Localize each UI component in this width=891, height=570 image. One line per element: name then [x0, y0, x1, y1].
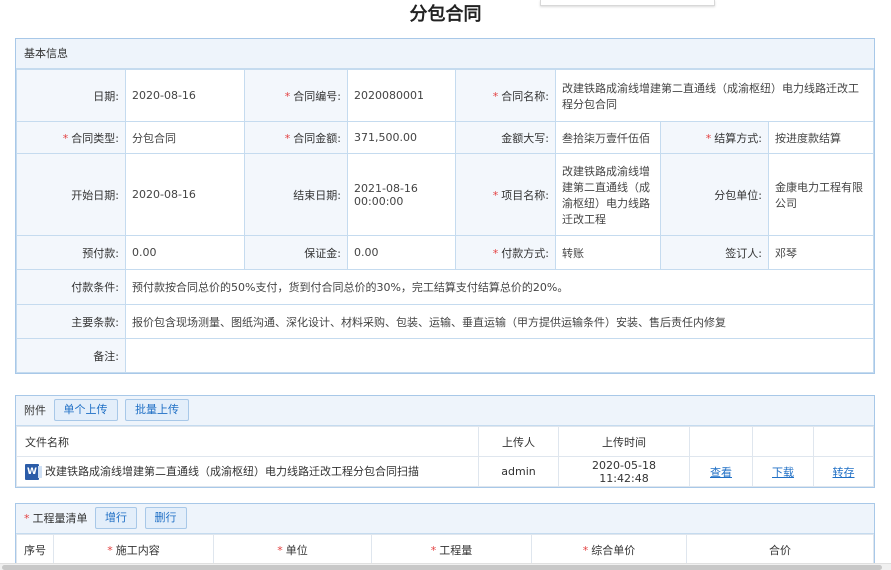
file-upload-time: 2020-05-18 11:42:48 [558, 456, 690, 487]
col-qty: * 工程量 [371, 534, 532, 564]
view-link[interactable]: 查看 [710, 466, 732, 479]
quantities-title: 工程量清单 [32, 512, 88, 525]
deposit-value: 0.00 [347, 235, 456, 270]
date-value: 2020-08-16 [125, 69, 245, 122]
file-uploader: admin [478, 456, 559, 487]
pay-method-value: 转账 [555, 235, 661, 270]
attachments-panel: 附件 单个上传 批量上传 文件名称 上传人 上传时间 W 改建铁路成渝线增建第二直… [15, 395, 875, 488]
transfer-link[interactable]: 转存 [833, 466, 855, 479]
main-terms-label: 主要条款: [16, 304, 126, 339]
project-name-value: 改建铁路成渝线增建第二直通线（成渝枢纽）电力线路迁改工程 [555, 153, 661, 236]
contract-no-value: 2020080001 [347, 69, 456, 122]
amount-cn-label: 金额大写: [455, 121, 556, 154]
basic-info-panel: 基本信息 日期: 2020-08-16 * 合同编号: 2020080001 * 合… [15, 38, 875, 374]
contract-type-value: 分包合同 [125, 121, 245, 154]
col-file-name: 文件名称 [16, 426, 479, 457]
start-date-label: 开始日期: [16, 153, 126, 236]
col-upload-time: 上传时间 [558, 426, 690, 457]
upload-batch-button[interactable]: 批量上传 [125, 399, 189, 421]
page-title: 分包合同 [409, 4, 482, 25]
overlay-tab [540, 0, 715, 6]
subcontractor-value: 金康电力工程有限公司 [768, 153, 874, 236]
horizontal-scrollbar[interactable] [0, 563, 891, 570]
scrollbar-thumb[interactable] [2, 565, 882, 570]
section-title: 基本信息 [16, 39, 874, 69]
quantities-panel: * 工程量清单 增行 删行 序号 * 施工内容 * 单位 * 工程量 * 综合单价 合价 [15, 503, 875, 565]
signer-value: 邓琴 [768, 235, 874, 270]
attachments-header: 附件 单个上传 批量上传 [16, 396, 874, 426]
quantities-header: * 工程量清单 增行 删行 [16, 504, 874, 534]
basic-info-table: 日期: 2020-08-16 * 合同编号: 2020080001 * 合同名称: … [16, 69, 874, 373]
col-no: 序号 [16, 534, 54, 564]
contract-name-value: 改建铁路成渝线增建第二直通线（成渝枢纽）电力线路迁改工程分包合同 [555, 69, 874, 122]
settlement-label: * 结算方式: [660, 121, 769, 154]
col-total: 合价 [686, 534, 874, 564]
subcontractor-label: 分包单位: [660, 153, 769, 236]
table-header-row: 文件名称 上传人 上传时间 [16, 426, 874, 457]
quantities-table: 序号 * 施工内容 * 单位 * 工程量 * 综合单价 合价 [16, 534, 874, 564]
contract-no-label: * 合同编号: [244, 69, 348, 122]
pay-method-label: * 付款方式: [455, 235, 556, 270]
pay-terms-value: 预付款按合同总价的50%支付，货到付合同总价的30%，完工结算支付结算总价的20… [125, 269, 874, 305]
prepay-label: 预付款: [16, 235, 126, 270]
word-icon: W [25, 464, 42, 480]
prepay-value: 0.00 [125, 235, 245, 270]
download-link[interactable]: 下载 [772, 466, 794, 479]
file-name-cell: W 改建铁路成渝线增建第二直通线（成渝枢纽）电力线路迁改工程分包合同扫描 [16, 456, 479, 487]
remark-label: 备注: [16, 338, 126, 373]
project-name-label: * 项目名称: [455, 153, 556, 236]
delete-row-button[interactable]: 删行 [144, 507, 187, 529]
amount-value: 371,500.00 [347, 121, 456, 154]
col-uploader: 上传人 [478, 426, 559, 457]
amount-label: * 合同金额: [244, 121, 348, 154]
contract-type-label: * 合同类型: [16, 121, 126, 154]
amount-cn-value: 叁拾柒万壹仟伍佰 [555, 121, 661, 154]
col-unit: * 单位 [213, 534, 372, 564]
col-price: * 综合单价 [531, 534, 687, 564]
start-date-value: 2020-08-16 [125, 153, 245, 236]
file-name: 改建铁路成渝线增建第二直通线（成渝枢纽）电力线路迁改工程分包合同扫描 [45, 465, 419, 478]
signer-label: 签订人: [660, 235, 769, 270]
deposit-label: 保证金: [244, 235, 348, 270]
upload-single-button[interactable]: 单个上传 [53, 399, 118, 421]
add-row-button[interactable]: 增行 [95, 507, 137, 529]
pay-terms-label: 付款条件: [16, 269, 126, 305]
main-terms-value: 报价包含现场测量、图纸沟通、深化设计、材料采购、包装、运输、垂直运输（甲方提供运… [125, 304, 874, 339]
settlement-value: 按进度款结算 [768, 121, 874, 154]
end-date-label: 结束日期: [244, 153, 348, 236]
table-row: W 改建铁路成渝线增建第二直通线（成渝枢纽）电力线路迁改工程分包合同扫描 admi… [16, 456, 874, 487]
table-header-row: 序号 * 施工内容 * 单位 * 工程量 * 综合单价 合价 [16, 534, 874, 564]
attachments-title: 附件 [24, 404, 46, 417]
attachments-table: 文件名称 上传人 上传时间 W 改建铁路成渝线增建第二直通线（成渝枢纽）电力线路迁… [16, 426, 874, 487]
date-label: 日期: [16, 69, 126, 122]
remark-value [125, 338, 874, 373]
contract-name-label: * 合同名称: [455, 69, 556, 122]
col-content: * 施工内容 [53, 534, 214, 564]
end-date-value: 2021-08-16 00:00:00 [347, 153, 456, 236]
